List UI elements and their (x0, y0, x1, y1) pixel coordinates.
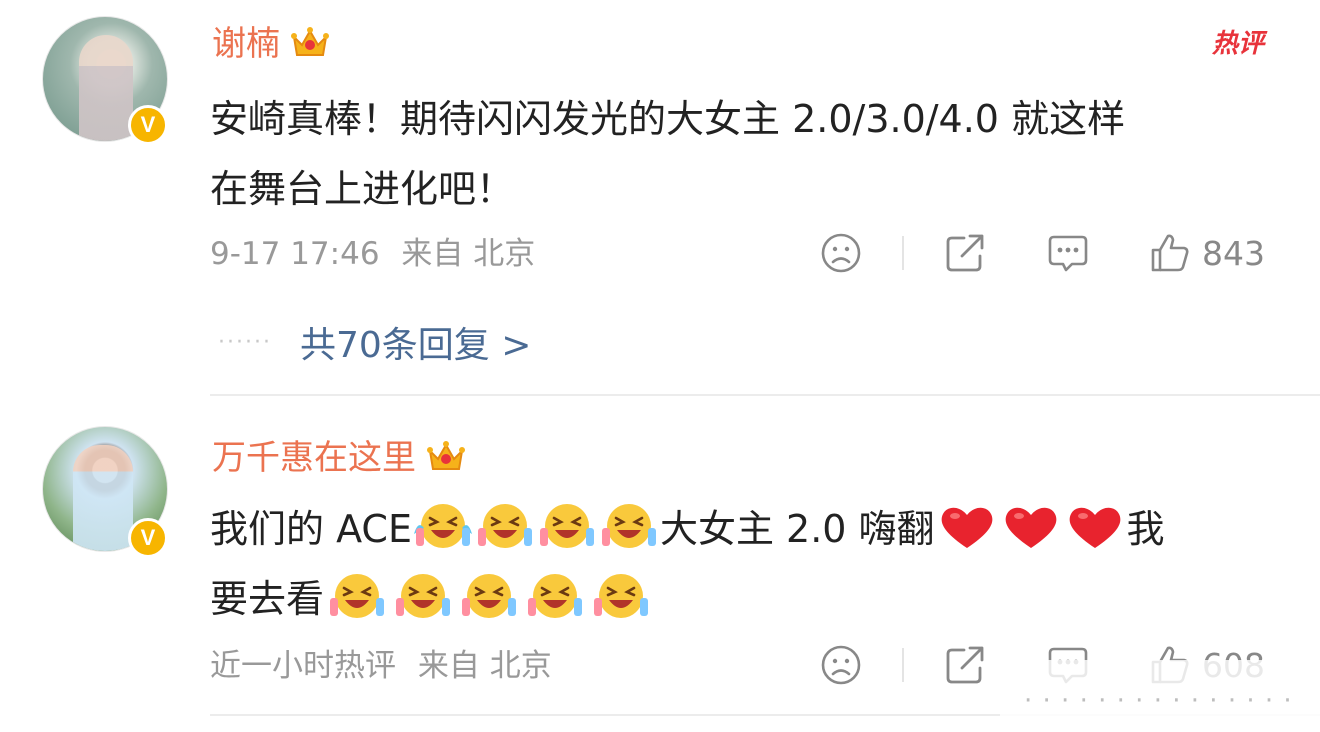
laughing-emoji-icon (477, 504, 532, 548)
username[interactable]: 谢楠 (212, 24, 280, 64)
dislike-face-icon (821, 233, 861, 273)
replies-row: ······ 共70条回复 > (218, 318, 531, 366)
red-heart-icon (1069, 507, 1120, 548)
comment-item: V 谢楠 热评 安崎真棒！期待闪闪发光的大女主 2.0/3.0/4.0 就这样 … (0, 0, 1320, 396)
comment-text-segment: 我 (1126, 507, 1165, 551)
dislike-face-icon (821, 645, 861, 685)
laughing-emoji-icon (462, 574, 517, 618)
comment-text-segment: 大女主 2.0 嗨翻 (659, 507, 935, 551)
username-row: 万千惠在这里 (212, 438, 466, 478)
laughing-emoji-icon (396, 574, 451, 618)
share-button[interactable] (944, 228, 988, 278)
comment-divider (210, 394, 1320, 396)
username-row: 谢楠 (212, 24, 330, 64)
comment-text-segment: 要去看 (210, 577, 325, 621)
red-heart-icon (941, 507, 992, 548)
laughing-emoji-icon (539, 504, 594, 548)
view-replies-link[interactable]: 共70条回复 > (300, 316, 531, 368)
comment-icon (1048, 235, 1088, 272)
comment-text-line: 安崎真棒！期待闪闪发光的大女主 2.0/3.0/4.0 就这样 (210, 97, 1126, 141)
share-button[interactable] (944, 640, 988, 690)
hot-comment-badge: 热评 (1211, 29, 1264, 59)
laughing-emoji-icon (330, 574, 385, 618)
like-count: 843 (1202, 233, 1265, 273)
laughing-emoji-icon (594, 574, 649, 618)
verified-v-icon: V (128, 105, 168, 145)
crown-icon (291, 27, 329, 56)
comment-text: 我们的 ACE 大女主 2.0 嗨翻 我 要去看 (210, 494, 1270, 634)
laughing-emoji-icon (413, 504, 472, 548)
thumbs-up-icon (1151, 234, 1189, 272)
comment-text-line: 我们的 ACE 大女主 2.0 嗨翻 我 (210, 494, 1270, 564)
comment-text: 安崎真棒！期待闪闪发光的大女主 2.0/3.0/4.0 就这样 在舞台上进化吧！ (210, 84, 1270, 224)
watermark-text: · · · · · · · · · · · · · · · (1024, 686, 1293, 716)
dislike-button[interactable] (820, 228, 862, 278)
share-icon (946, 234, 984, 272)
crown-icon (427, 441, 465, 470)
divider (902, 236, 904, 270)
comment-text-line: 要去看 (210, 564, 1270, 634)
share-icon (946, 646, 984, 684)
verified-v-icon: V (128, 518, 168, 558)
comment-text-segment: 我们的 ACE (210, 507, 412, 551)
comment-button[interactable] (1046, 228, 1090, 278)
replies-dots: ······ (218, 329, 272, 355)
action-bar: 843 (0, 228, 1320, 278)
dislike-button[interactable] (820, 640, 862, 690)
like-button[interactable]: 843 (1150, 228, 1265, 278)
divider (902, 648, 904, 682)
laughing-emoji-icon (601, 504, 656, 548)
laughing-emoji-icon (528, 574, 583, 618)
username[interactable]: 万千惠在这里 (212, 438, 416, 478)
red-heart-icon (1005, 507, 1056, 548)
comment-text-line: 在舞台上进化吧！ (210, 167, 515, 211)
